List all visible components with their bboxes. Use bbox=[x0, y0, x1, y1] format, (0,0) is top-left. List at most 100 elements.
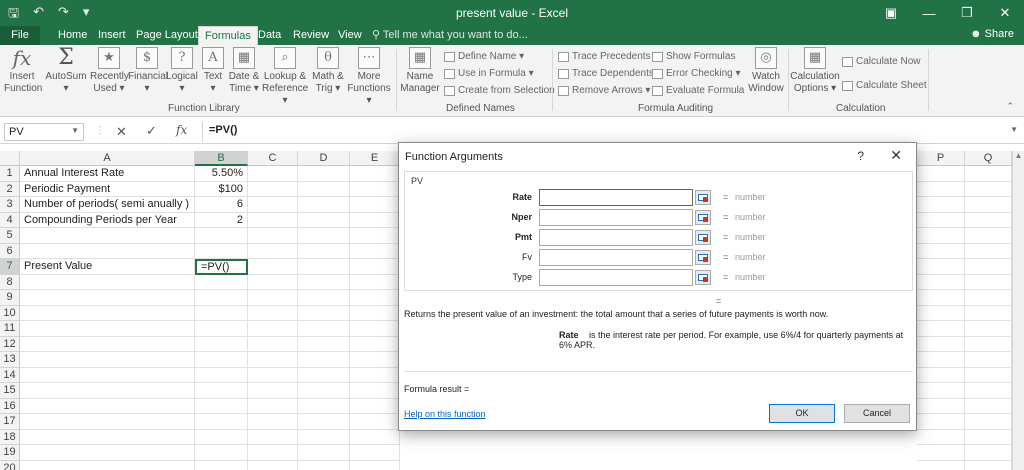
empty-cell[interactable] bbox=[917, 352, 965, 368]
lookup-reference-button[interactable]: ⌕ Lookup & Reference ▾ bbox=[262, 47, 308, 107]
empty-cell[interactable] bbox=[350, 429, 400, 445]
cell-b2[interactable]: $100 bbox=[195, 181, 248, 197]
empty-cell[interactable] bbox=[248, 243, 298, 259]
empty-cell[interactable] bbox=[917, 429, 965, 445]
empty-cell[interactable] bbox=[917, 259, 965, 275]
empty-cell[interactable] bbox=[298, 429, 350, 445]
empty-cell[interactable] bbox=[298, 398, 350, 414]
empty-cell[interactable] bbox=[965, 383, 1012, 399]
column-header-b[interactable]: B bbox=[195, 151, 248, 166]
empty-cell[interactable] bbox=[350, 445, 400, 461]
formula-input[interactable]: =PV() bbox=[202, 122, 1012, 141]
ribbon-options-icon[interactable]: ▣ bbox=[872, 0, 910, 26]
empty-cell[interactable] bbox=[195, 321, 248, 337]
tab-home[interactable]: Home bbox=[52, 26, 93, 45]
empty-cell[interactable] bbox=[917, 336, 965, 352]
empty-cell[interactable] bbox=[248, 181, 298, 197]
empty-cell[interactable] bbox=[195, 445, 248, 461]
row-header[interactable]: 1 bbox=[0, 166, 20, 182]
empty-cell[interactable] bbox=[350, 228, 400, 244]
row-header[interactable]: 3 bbox=[0, 197, 20, 213]
empty-cell[interactable] bbox=[195, 336, 248, 352]
financial-button[interactable]: $ Financial ▾ bbox=[128, 47, 168, 95]
empty-cell[interactable] bbox=[298, 321, 350, 337]
empty-cell[interactable] bbox=[350, 212, 400, 228]
tell-me-search[interactable]: ⚲ Tell me what you want to do... bbox=[372, 28, 528, 41]
cancel-entry-icon[interactable]: ✕ bbox=[116, 124, 127, 140]
empty-cell[interactable] bbox=[965, 352, 1012, 368]
empty-cell[interactable] bbox=[20, 414, 195, 430]
row-header[interactable]: 2 bbox=[0, 181, 20, 197]
cell-b7-active[interactable]: =PV() bbox=[195, 259, 248, 275]
row-header[interactable]: 20 bbox=[0, 460, 20, 470]
collapse-dialog-icon[interactable] bbox=[695, 250, 711, 265]
empty-cell[interactable] bbox=[248, 445, 298, 461]
tab-review[interactable]: Review bbox=[287, 26, 335, 45]
empty-cell[interactable] bbox=[298, 305, 350, 321]
empty-cell[interactable] bbox=[195, 414, 248, 430]
arg-pmt-input[interactable] bbox=[539, 229, 693, 246]
cell-a2[interactable]: Periodic Payment bbox=[20, 181, 195, 197]
empty-cell[interactable] bbox=[20, 383, 195, 399]
tab-page-layout[interactable]: Page Layout bbox=[130, 26, 204, 45]
enter-entry-icon[interactable]: ✓ bbox=[146, 123, 157, 139]
empty-cell[interactable] bbox=[195, 352, 248, 368]
empty-cell[interactable] bbox=[965, 336, 1012, 352]
empty-cell[interactable] bbox=[298, 197, 350, 213]
row-header[interactable]: 16 bbox=[0, 398, 20, 414]
empty-cell[interactable] bbox=[248, 398, 298, 414]
empty-cell[interactable] bbox=[917, 383, 965, 399]
empty-cell[interactable] bbox=[20, 398, 195, 414]
empty-cell[interactable] bbox=[195, 398, 248, 414]
calculate-sheet-button[interactable]: Calculate Sheet bbox=[842, 80, 927, 91]
empty-cell[interactable] bbox=[350, 398, 400, 414]
empty-cell[interactable] bbox=[248, 197, 298, 213]
empty-cell[interactable] bbox=[298, 290, 350, 306]
empty-cell[interactable] bbox=[248, 321, 298, 337]
empty-cell[interactable] bbox=[917, 460, 965, 470]
empty-cell[interactable] bbox=[20, 460, 195, 470]
empty-cell[interactable] bbox=[20, 228, 195, 244]
close-icon[interactable]: ✕ bbox=[890, 147, 902, 164]
autosum-button[interactable]: Σ AutoSum ▾ bbox=[44, 47, 88, 95]
empty-cell[interactable] bbox=[195, 383, 248, 399]
empty-cell[interactable] bbox=[248, 166, 298, 182]
column-header-d[interactable]: D bbox=[298, 151, 350, 166]
empty-cell[interactable] bbox=[350, 460, 400, 470]
empty-cell[interactable] bbox=[195, 429, 248, 445]
cell-b1[interactable]: 5.50% bbox=[195, 166, 248, 182]
collapse-dialog-icon[interactable] bbox=[695, 210, 711, 225]
calculate-now-button[interactable]: Calculate Now bbox=[842, 56, 920, 67]
collapse-dialog-icon[interactable] bbox=[695, 190, 711, 205]
empty-cell[interactable] bbox=[298, 228, 350, 244]
empty-cell[interactable] bbox=[248, 367, 298, 383]
empty-cell[interactable] bbox=[917, 212, 965, 228]
empty-cell[interactable] bbox=[298, 243, 350, 259]
empty-cell[interactable] bbox=[917, 321, 965, 337]
column-header-p[interactable]: P bbox=[917, 151, 965, 166]
cell-a4[interactable]: Compounding Periods per Year bbox=[20, 212, 195, 228]
empty-cell[interactable] bbox=[350, 383, 400, 399]
remove-arrows-button[interactable]: Remove Arrows ▾ bbox=[558, 85, 650, 96]
empty-cell[interactable] bbox=[298, 460, 350, 470]
expand-formula-bar-icon[interactable]: ▼ bbox=[1010, 125, 1018, 134]
empty-cell[interactable] bbox=[298, 414, 350, 430]
empty-cell[interactable] bbox=[248, 383, 298, 399]
empty-cell[interactable] bbox=[20, 290, 195, 306]
empty-cell[interactable] bbox=[20, 429, 195, 445]
evaluate-formula-button[interactable]: Evaluate Formula bbox=[652, 85, 744, 96]
cell-a1[interactable]: Annual Interest Rate bbox=[20, 166, 195, 182]
empty-cell[interactable] bbox=[917, 181, 965, 197]
empty-cell[interactable] bbox=[248, 460, 298, 470]
empty-cell[interactable] bbox=[965, 228, 1012, 244]
empty-cell[interactable] bbox=[350, 290, 400, 306]
empty-cell[interactable] bbox=[298, 166, 350, 182]
empty-cell[interactable] bbox=[350, 367, 400, 383]
date-time-button[interactable]: ▦ Date & Time ▾ bbox=[228, 47, 260, 95]
empty-cell[interactable] bbox=[248, 336, 298, 352]
arg-rate-input[interactable] bbox=[539, 189, 693, 206]
insert-function-button[interactable]: fx Insert Function bbox=[4, 47, 42, 95]
column-header-c[interactable]: C bbox=[248, 151, 298, 166]
row-header[interactable]: 4 bbox=[0, 212, 20, 228]
row-header[interactable]: 12 bbox=[0, 336, 20, 352]
